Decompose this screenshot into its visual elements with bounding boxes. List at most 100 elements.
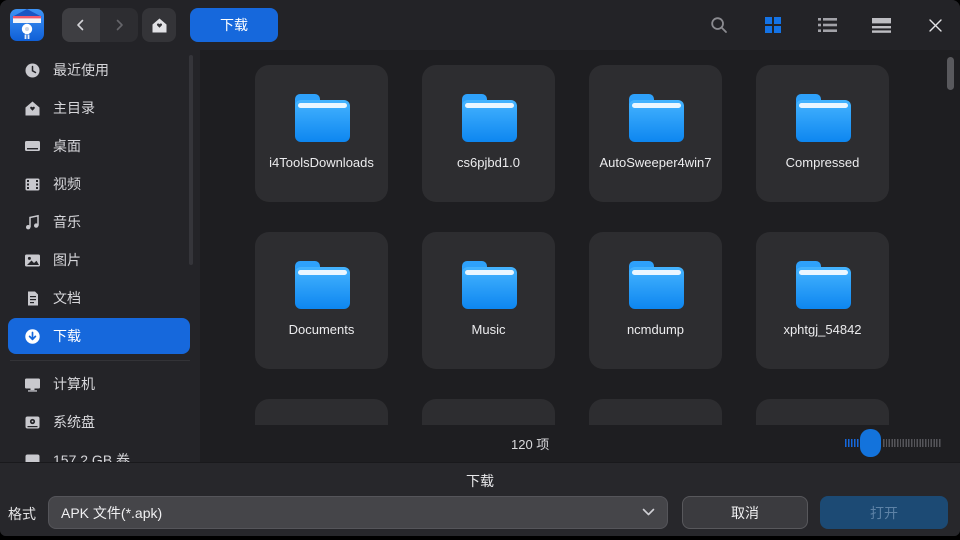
computer-icon [24, 376, 41, 393]
folder-tile-partial[interactable] [756, 399, 889, 425]
folder-icon [291, 258, 353, 312]
history-nav-group [62, 8, 138, 42]
sidebar-item-label: 计算机 [53, 374, 95, 394]
sidebar-item-label: 音乐 [53, 212, 81, 232]
sidebar-item-label: 最近使用 [53, 60, 109, 80]
close-icon [928, 18, 943, 33]
chevron-left-icon [75, 19, 87, 31]
grid-view-icon [764, 16, 782, 34]
folder-tile[interactable]: xphtgj_54842 [756, 232, 889, 369]
detail-view-icon [872, 17, 891, 33]
folder-name: xphtgj_54842 [783, 322, 861, 339]
home-icon [151, 17, 168, 34]
folder-tile[interactable]: i4ToolsDownloads [255, 65, 388, 202]
titlebar-actions [704, 10, 950, 40]
folder-icon [458, 258, 520, 312]
download-icon [24, 328, 41, 345]
dialog-title: 下载 [0, 471, 960, 491]
titlebar: 下载 [0, 0, 960, 50]
detail-view-button[interactable] [866, 10, 896, 40]
slider-thumb[interactable] [860, 429, 881, 457]
sidebar-item-label: 157.2 GB 卷 [53, 450, 130, 462]
folder-icon [625, 258, 687, 312]
sidebar-item-volume-157[interactable]: 157.2 GB 卷 [8, 442, 190, 462]
back-button[interactable] [62, 8, 100, 42]
chevron-down-icon [642, 508, 655, 517]
folder-tile[interactable]: ncmdump [589, 232, 722, 369]
format-select[interactable]: APK 文件(*.apk) [48, 496, 668, 529]
folder-tile[interactable]: Compressed [756, 65, 889, 202]
search-icon [709, 15, 729, 35]
sidebar-item-label: 下载 [53, 326, 81, 346]
sidebar-item-home[interactable]: 主目录 [8, 90, 190, 126]
sidebar-item-downloads[interactable]: 下载 [8, 318, 190, 354]
home-icon [24, 100, 41, 117]
disk-icon [24, 414, 41, 431]
file-chooser-window: 下载 [0, 0, 960, 536]
image-icon [24, 252, 41, 269]
folder-name: Music [472, 322, 506, 339]
list-view-icon [818, 17, 837, 33]
sidebar-item-system-disk[interactable]: 系统盘 [8, 404, 190, 440]
close-button[interactable] [920, 10, 950, 40]
grid-view-button[interactable] [758, 10, 788, 40]
sidebar-item-label: 主目录 [53, 98, 95, 118]
folder-icon [291, 91, 353, 145]
video-icon [24, 176, 41, 193]
dialog-footer: 下载 格式 APK 文件(*.apk) 取消 打开 [0, 462, 960, 536]
status-bar: 120 项 [200, 425, 960, 462]
format-selected-value: APK 文件(*.apk) [61, 503, 642, 523]
icon-size-slider[interactable] [843, 428, 943, 458]
folder-name: cs6pjbd1.0 [457, 155, 520, 172]
folder-icon [625, 91, 687, 145]
format-label: 格式 [8, 504, 36, 524]
home-button[interactable] [142, 8, 176, 42]
folder-tile-partial[interactable] [255, 399, 388, 425]
open-button[interactable]: 打开 [820, 496, 948, 529]
sidebar: 最近使用主目录桌面视频音乐图片文档下载计算机系统盘 157.2 GB 卷 [0, 50, 200, 462]
folder-name: AutoSweeper4win7 [599, 155, 711, 172]
sidebar-item-music[interactable]: 音乐 [8, 204, 190, 240]
sidebar-item-videos[interactable]: 视频 [8, 166, 190, 202]
forward-button[interactable] [100, 8, 138, 42]
folder-tile[interactable]: Music [422, 232, 555, 369]
tab-downloads[interactable]: 下载 [190, 8, 278, 42]
volume-icon [24, 452, 41, 463]
document-icon [24, 290, 41, 307]
folder-icon [458, 91, 520, 145]
folder-name: ncmdump [627, 322, 684, 339]
item-count: 120 项 [511, 434, 549, 453]
cancel-button[interactable]: 取消 [682, 496, 808, 529]
folder-tile-partial[interactable] [589, 399, 722, 425]
sidebar-item-label: 文档 [53, 288, 81, 308]
sidebar-item-pictures[interactable]: 图片 [8, 242, 190, 278]
search-button[interactable] [704, 10, 734, 40]
file-grid: i4ToolsDownloads cs6pjbd1.0 AutoSweeper4… [200, 50, 960, 462]
folder-tile[interactable]: AutoSweeper4win7 [589, 65, 722, 202]
content-scrollbar[interactable] [947, 57, 954, 90]
sidebar-item-recent[interactable]: 最近使用 [8, 52, 190, 88]
folder-name: Documents [289, 322, 355, 339]
sidebar-item-label: 视频 [53, 174, 81, 194]
folder-tile[interactable]: Documents [255, 232, 388, 369]
sidebar-item-documents[interactable]: 文档 [8, 280, 190, 316]
chevron-right-icon [113, 19, 125, 31]
folder-name: i4ToolsDownloads [269, 155, 374, 172]
sidebar-item-desktop[interactable]: 桌面 [8, 128, 190, 164]
folder-icon [792, 91, 854, 145]
folder-name: Compressed [786, 155, 860, 172]
desktop-icon [24, 138, 41, 155]
sidebar-item-label: 桌面 [53, 136, 81, 156]
folder-tile-partial[interactable] [422, 399, 555, 425]
list-view-button[interactable] [812, 10, 842, 40]
sidebar-item-label: 图片 [53, 250, 81, 270]
music-icon [24, 214, 41, 231]
sidebar-item-computer[interactable]: 计算机 [8, 366, 190, 402]
sidebar-item-label: 系统盘 [53, 412, 95, 432]
file-manager-logo-icon [8, 5, 46, 45]
clock-icon [24, 62, 41, 79]
folder-tile[interactable]: cs6pjbd1.0 [422, 65, 555, 202]
slider-ticks-active [845, 439, 860, 447]
folder-icon [792, 258, 854, 312]
slider-ticks-inactive [883, 439, 941, 447]
